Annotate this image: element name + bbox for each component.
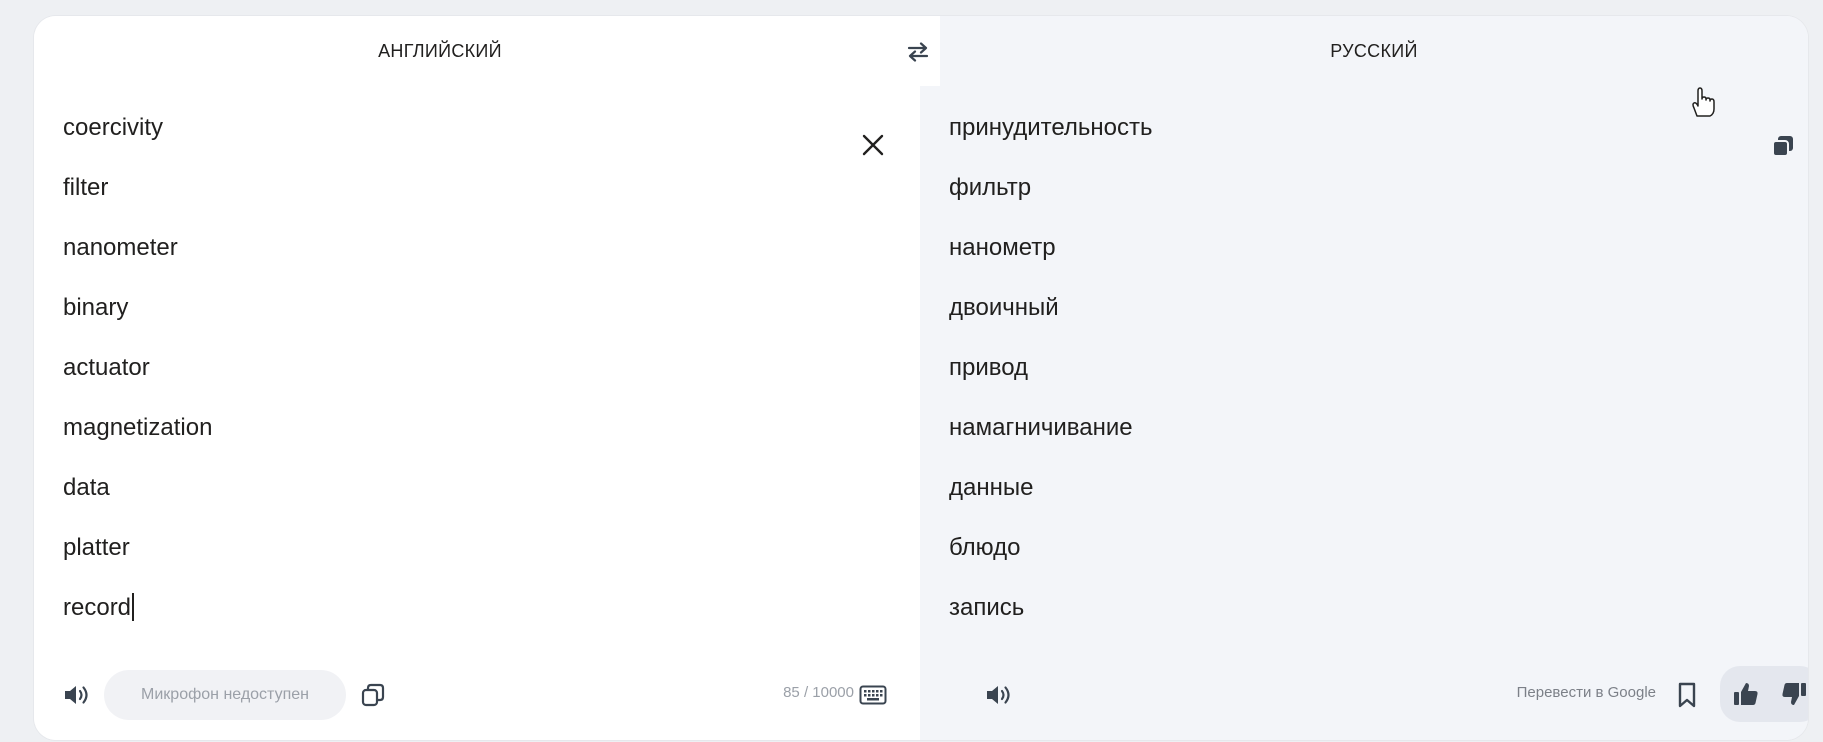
text-caret	[132, 592, 135, 621]
translate-in-google-link[interactable]: Перевести в Google	[1490, 684, 1656, 701]
source-language-tab[interactable]: АНГЛИЙСКИЙ	[34, 16, 940, 87]
translation-line: фильтр	[949, 174, 1032, 201]
thumbs-up-icon	[1734, 683, 1758, 705]
translation-line: принудительность	[949, 114, 1153, 141]
thumbs-down-icon	[1782, 683, 1806, 705]
translation-line: намагничивание	[949, 414, 1133, 441]
swap-languages-icon	[907, 42, 929, 62]
character-counter: 85 / 10000	[783, 684, 854, 701]
source-line[interactable]: data	[63, 466, 212, 526]
source-line[interactable]: magnetization	[63, 406, 212, 466]
translation-listen-button[interactable]	[984, 680, 1014, 710]
translation-line: двоичный	[949, 294, 1059, 321]
translation-line: привод	[949, 354, 1029, 381]
swap-languages-button[interactable]	[904, 39, 932, 65]
source-line[interactable]: binary	[63, 286, 212, 346]
translation-line: блюдо	[949, 534, 1021, 561]
microphone-button[interactable]: Микрофон недоступен	[104, 670, 346, 720]
source-line-text: record	[63, 594, 132, 621]
microphone-label: Микрофон недоступен	[141, 686, 309, 703]
copy-icon	[1772, 136, 1793, 157]
clear-button[interactable]	[860, 132, 886, 158]
translation-pane: принудительность фильтр нанометр двоичны…	[920, 86, 1808, 740]
target-language-tab[interactable]: РУССКИЙ	[940, 16, 1808, 86]
bookmark-button[interactable]	[1672, 680, 1702, 710]
translation-line: нанометр	[949, 234, 1056, 261]
like-button[interactable]	[1730, 679, 1762, 709]
source-line[interactable]: coercivity	[63, 106, 212, 166]
source-line[interactable]: filter	[63, 166, 212, 226]
translation-line: запись	[949, 594, 1025, 621]
dislike-button[interactable]	[1778, 679, 1808, 709]
source-line[interactable]: nanometer	[63, 226, 212, 286]
keyboard-icon	[859, 685, 887, 705]
virtual-keyboard-button[interactable]	[858, 680, 888, 710]
translation-output: принудительность фильтр нанометр двоичны…	[949, 106, 1153, 646]
source-listen-button[interactable]	[62, 680, 92, 710]
translation-copy-button[interactable]	[1769, 132, 1797, 160]
source-line[interactable]: platter	[63, 526, 212, 586]
source-language-label[interactable]: АНГЛИЙСКИЙ	[378, 41, 502, 62]
source-text-input[interactable]: coercivity filter nanometer binary actua…	[63, 106, 212, 646]
hand-cursor-icon	[1692, 87, 1715, 117]
source-line[interactable]: actuator	[63, 346, 212, 406]
source-line-last[interactable]: record	[63, 586, 212, 646]
copy-icon	[361, 683, 385, 707]
bookmark-icon	[1678, 682, 1696, 708]
target-language-label[interactable]: РУССКИЙ	[1330, 41, 1418, 62]
language-bar: АНГЛИЙСКИЙ РУССКИЙ	[34, 16, 1808, 87]
speaker-icon	[65, 686, 88, 704]
feedback-group	[1720, 666, 1808, 722]
close-icon	[862, 134, 884, 156]
source-copy-button[interactable]	[358, 680, 388, 710]
translation-line: данные	[949, 474, 1034, 501]
translator-card: АНГЛИЙСКИЙ РУССКИЙ coercivity filter nan…	[34, 16, 1808, 740]
source-pane: coercivity filter nanometer binary actua…	[34, 86, 920, 740]
speaker-icon	[987, 686, 1010, 704]
